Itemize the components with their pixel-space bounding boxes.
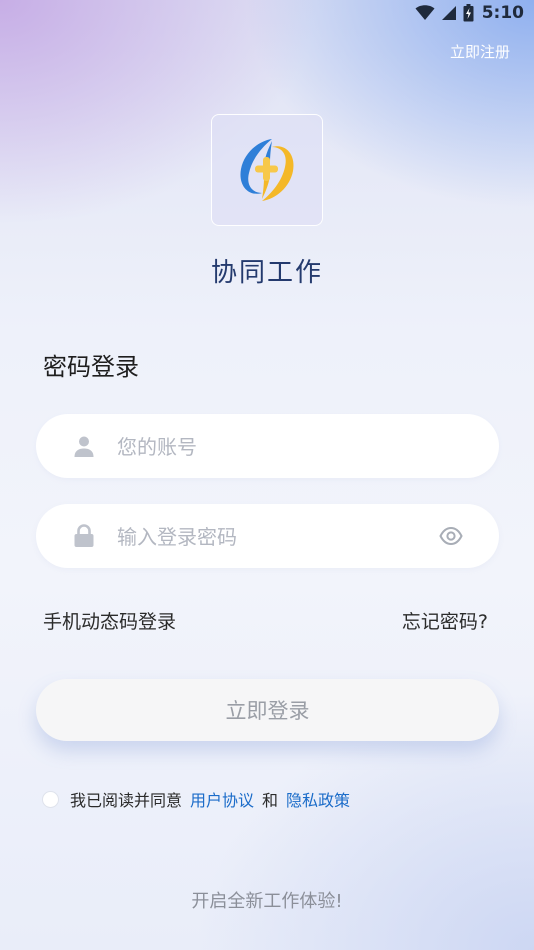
status-bar: 5:10: [0, 0, 534, 28]
app-name: 协同工作: [210, 258, 323, 288]
privacy-policy-link[interactable]: 隐私政策: [286, 787, 350, 811]
agreement-and: 和: [262, 791, 279, 810]
password-field[interactable]: [36, 504, 499, 570]
lock-icon: [74, 524, 94, 547]
agreement-prefix: 我已阅读并同意: [70, 791, 183, 810]
battery-icon: [463, 4, 474, 22]
user-agreement-link[interactable]: 用户协议: [190, 787, 254, 811]
login-button[interactable]: 立即登录: [36, 679, 499, 741]
sms-login-link[interactable]: 手机动态码登录: [43, 607, 176, 634]
wifi-icon: [415, 5, 435, 20]
eye-icon[interactable]: [439, 525, 463, 547]
footer-tagline: 开启全新工作体验!: [191, 891, 343, 912]
login-title: 密码登录: [43, 353, 139, 381]
app-logo-icon: [240, 139, 294, 201]
status-time: 5:10: [481, 3, 524, 23]
register-link[interactable]: 立即注册: [450, 41, 510, 62]
agree-radio[interactable]: [42, 790, 59, 808]
password-input[interactable]: [115, 504, 419, 570]
user-icon: [74, 436, 94, 457]
account-field[interactable]: [36, 414, 499, 480]
forgot-password-link[interactable]: 忘记密码?: [402, 607, 488, 634]
app-logo: [211, 114, 323, 226]
account-input[interactable]: [115, 414, 419, 480]
status-icons: 5:10: [415, 3, 524, 23]
agreement-row: 我已阅读并同意 用户协议 和 隐私政策: [42, 787, 350, 811]
signal-icon: [441, 6, 456, 20]
